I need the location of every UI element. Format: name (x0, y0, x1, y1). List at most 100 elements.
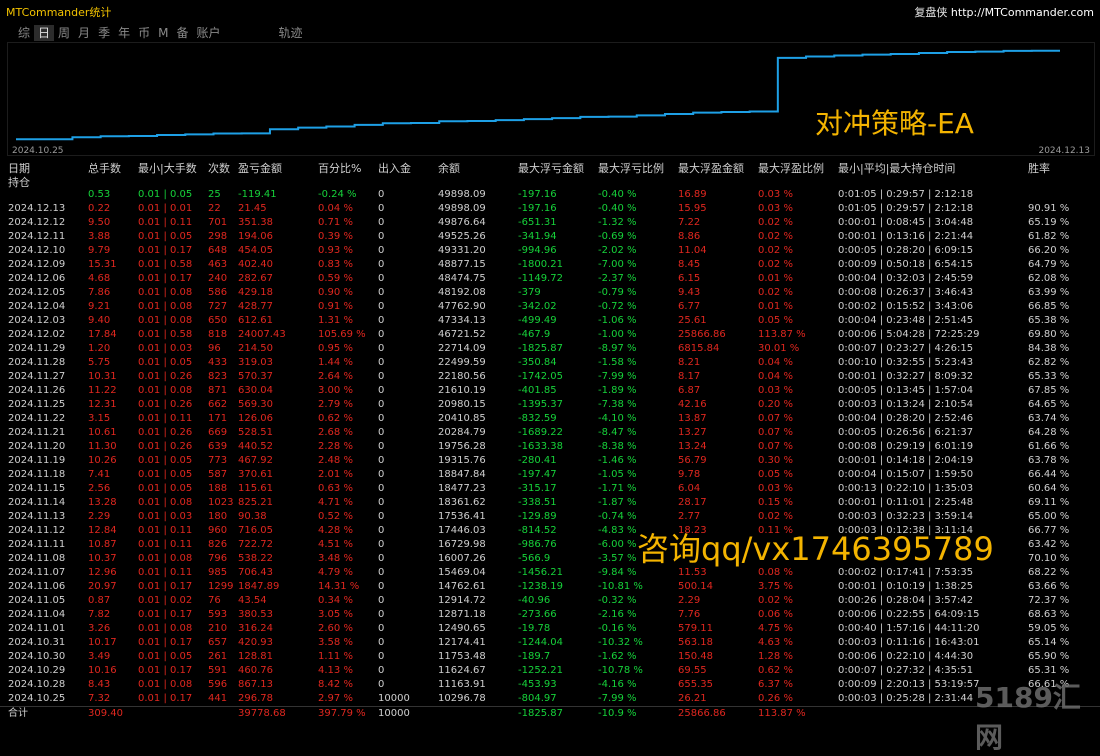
cell-max-dd: -1742.05 (518, 371, 563, 382)
table-row[interactable]: 2024.12.10 9.79 0.01 | 0.17 648 454.05 0.93 %… (0, 244, 1100, 258)
total-row[interactable]: 合计 309.40 39778.68 397.79 % 10000 -1825.87 -10… (0, 706, 1100, 721)
tab-3[interactable]: 月 (74, 25, 94, 41)
header-max-fe-pct[interactable]: 最大浮盈比例 (758, 160, 824, 176)
cell-win-rate: 59.05 % (1028, 623, 1070, 634)
table-row[interactable]: 2024.12.02 17.84 0.01 | 0.58 818 24007.43 105… (0, 328, 1100, 342)
cell-count: 240 (208, 273, 228, 284)
table-row[interactable]: 2024.12.11 3.88 0.01 | 0.05 298 194.06 0.39 %… (0, 230, 1100, 244)
table-row[interactable]: 2024.11.19 10.26 0.01 | 0.05 773 467.92 2.48 … (0, 454, 1100, 468)
header-deposit[interactable]: 出入金 (378, 160, 411, 176)
cell-count: 650 (208, 315, 228, 326)
holding-row[interactable]: 0.53 0.01 | 0.05 25 -119.41 -0.24 % 0 49898.09… (0, 188, 1100, 202)
cell-deposit: 0 (378, 511, 385, 522)
table-row[interactable]: 2024.11.21 10.61 0.01 | 0.26 669 528.51 2.68 … (0, 426, 1100, 440)
cell-win-rate: 70.10 % (1028, 553, 1070, 564)
cell-deposit: 0 (378, 623, 385, 634)
cell-count: 22 (208, 203, 221, 214)
header-pct[interactable]: 百分比% (318, 160, 361, 176)
cell-max-fe: 56.79 (678, 455, 707, 466)
cell-minmax: 0.01 | 0.26 (138, 427, 193, 438)
table-row[interactable]: 2024.11.04 7.82 0.01 | 0.17 593 380.53 3.05 %… (0, 608, 1100, 622)
cell-deposit: 0 (378, 189, 385, 200)
tab-8[interactable]: 备 (172, 25, 192, 41)
cell-date: 2024.11.22 (8, 413, 66, 424)
header-win-rate[interactable]: 胜率 (1028, 160, 1050, 176)
cell-count: 298 (208, 231, 228, 242)
table-row[interactable]: 2024.11.14 13.28 0.01 | 0.08 1023 825.21 4.71… (0, 496, 1100, 510)
tab-9[interactable]: 账户 (192, 25, 224, 41)
tab-4[interactable]: 季 (94, 25, 114, 41)
table-row[interactable]: 2024.10.25 7.32 0.01 | 0.17 441 296.78 2.97 %… (0, 692, 1100, 706)
cell-win-rate: 84.38 % (1028, 343, 1070, 354)
cell-max-fe: 16.89 (678, 189, 707, 200)
cell-max-fe: 13.87 (678, 413, 707, 424)
table-row[interactable]: 2024.11.18 7.41 0.01 | 0.05 587 370.61 2.01 %… (0, 468, 1100, 482)
cell-hold-time: 0:00:04 | 0:15:07 | 1:59:50 (838, 469, 974, 480)
table-row[interactable]: 2024.11.20 11.30 0.01 | 0.26 639 440.52 2.28 … (0, 440, 1100, 454)
table-row[interactable]: 2024.11.25 12.31 0.01 | 0.26 662 569.30 2.79 … (0, 398, 1100, 412)
cell-deposit: 0 (378, 217, 385, 228)
tab-10[interactable]: 轨迹 (275, 25, 307, 41)
cell-max-fe-pct: 0.04 % (758, 371, 793, 382)
cell-balance: 49876.64 (438, 217, 486, 228)
header-count[interactable]: 次数 (208, 160, 230, 176)
cell-max-dd: -401.85 (518, 385, 557, 396)
header-minmax[interactable]: 最小|大手数 (138, 160, 197, 176)
cell-count: 433 (208, 357, 228, 368)
table-row[interactable]: 2024.12.06 4.68 0.01 | 0.17 240 282.67 0.59 %… (0, 272, 1100, 286)
table-row[interactable]: 2024.11.28 5.75 0.01 | 0.05 433 319.03 1.44 %… (0, 356, 1100, 370)
cell-max-dd: -832.59 (518, 413, 557, 424)
table-row[interactable]: 2024.11.06 20.97 0.01 | 0.17 1299 1847.89 14.… (0, 580, 1100, 594)
header-max-dd-pct[interactable]: 最大浮亏比例 (598, 160, 664, 176)
header-pnl[interactable]: 盈亏金额 (238, 160, 282, 176)
cell-deposit: 0 (378, 301, 385, 312)
table-row[interactable]: 2024.12.03 9.40 0.01 | 0.08 650 612.61 1.31 %… (0, 314, 1100, 328)
cell-balance: 22499.59 (438, 357, 486, 368)
brand-link[interactable]: 复盘侠 http://MTCommander.com (914, 4, 1094, 20)
cell-count: 188 (208, 483, 228, 494)
table-row[interactable]: 2024.11.05 0.87 0.01 | 0.02 76 43.54 0.34 % 0 1… (0, 594, 1100, 608)
cell-pct: 3.05 % (318, 609, 353, 620)
tab-1[interactable]: 日 (34, 25, 55, 41)
cell-date: 2024.11.20 (8, 441, 66, 452)
header-hold-time[interactable]: 最小|平均|最大持仓时间 (838, 160, 955, 176)
cell-hold-time: 0:00:03 | 0:32:23 | 3:59:14 (838, 511, 974, 522)
table-row[interactable]: 2024.11.26 11.22 0.01 | 0.08 871 630.04 3.00 … (0, 384, 1100, 398)
cell-pnl: 370.61 (238, 469, 273, 480)
table-row[interactable]: 2024.12.05 7.86 0.01 | 0.08 586 429.18 0.90 %… (0, 286, 1100, 300)
table-row[interactable]: 2024.12.04 9.21 0.01 | 0.08 727 428.77 0.91 %… (0, 300, 1100, 314)
cell-deposit: 0 (378, 203, 385, 214)
cell-max-fe: 25.61 (678, 315, 707, 326)
table-row[interactable]: 2024.11.13 2.29 0.01 | 0.03 180 90.38 0.52 % 0… (0, 510, 1100, 524)
tab-5[interactable]: 年 (114, 25, 134, 41)
cell-hold-time: 0:00:06 | 0:22:55 | 64:09:15 (838, 609, 980, 620)
table-row[interactable]: 2024.11.22 3.15 0.01 | 0.11 171 126.06 0.62 %… (0, 412, 1100, 426)
cell-deposit: 0 (378, 315, 385, 326)
table-row[interactable]: 2024.10.29 10.16 0.01 | 0.17 591 460.76 4.13 … (0, 664, 1100, 678)
table-row[interactable]: 2024.11.29 1.20 0.01 | 0.03 96 214.50 0.95 % 0… (0, 342, 1100, 356)
cell-max-dd: -453.93 (518, 679, 557, 690)
table-row[interactable]: 2024.12.09 15.31 0.01 | 0.58 463 402.40 0.83 … (0, 258, 1100, 272)
cell-max-dd-pct: -0.32 % (598, 595, 637, 606)
brand-url[interactable]: http://MTCommander.com (951, 6, 1094, 19)
table-row[interactable]: 2024.12.12 9.50 0.01 | 0.11 701 351.38 0.71 %… (0, 216, 1100, 230)
header-balance[interactable]: 余额 (438, 160, 460, 176)
cell-balance: 14762.61 (438, 581, 486, 592)
table-row[interactable]: 2024.10.28 8.43 0.01 | 0.08 596 867.13 8.42 %… (0, 678, 1100, 692)
table-row[interactable]: 2024.11.01 3.26 0.01 | 0.08 210 316.24 2.60 %… (0, 622, 1100, 636)
cell-hold-time: 0:00:26 | 0:28:04 | 3:57:42 (838, 595, 974, 606)
cell-hold-time: 0:01:05 | 0:29:57 | 2:12:18 (838, 189, 974, 200)
table-row[interactable]: 2024.11.15 2.56 0.01 | 0.05 188 115.61 0.63 %… (0, 482, 1100, 496)
header-max-dd[interactable]: 最大浮亏金额 (518, 160, 584, 176)
table-row[interactable]: 2024.10.31 10.17 0.01 | 0.17 657 420.93 3.58 … (0, 636, 1100, 650)
tab-7[interactable]: M (154, 25, 172, 41)
table-row[interactable]: 2024.12.13 0.22 0.01 | 0.01 22 21.45 0.04 % 0 4… (0, 202, 1100, 216)
table-row[interactable]: 2024.11.27 10.31 0.01 | 0.26 823 570.37 2.64 … (0, 370, 1100, 384)
tab-6[interactable]: 币 (134, 25, 154, 41)
header-lots[interactable]: 总手数 (88, 160, 121, 176)
table-row[interactable]: 2024.10.30 3.49 0.01 | 0.05 261 128.81 1.11 %… (0, 650, 1100, 664)
header-max-fe[interactable]: 最大浮盈金额 (678, 160, 744, 176)
tab-2[interactable]: 周 (54, 25, 74, 41)
cell-pct: 1.31 % (318, 315, 353, 326)
tab-0[interactable]: 综 (14, 25, 34, 41)
